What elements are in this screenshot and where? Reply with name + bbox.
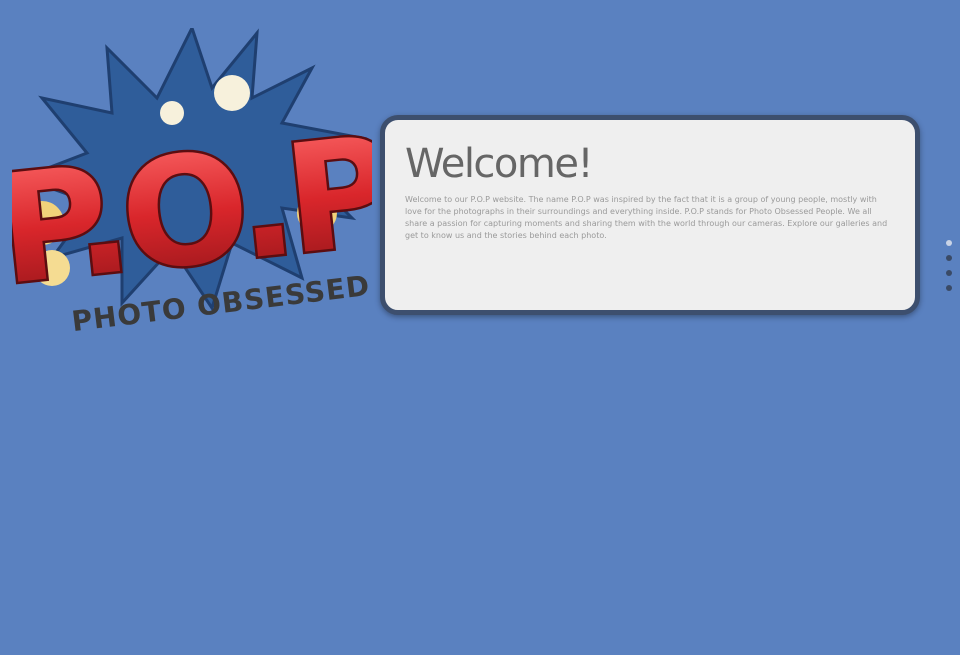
welcome-body-text: Welcome to our P.O.P website. The name P… <box>405 195 888 240</box>
page: P.O.P PHOTO OBSESSED Welcome! Welcome to… <box>0 0 960 655</box>
pop-logo-graphic: P.O.P PHOTO OBSESSED <box>12 28 372 338</box>
pop-logo[interactable]: P.O.P PHOTO OBSESSED <box>12 28 372 338</box>
pager-dot[interactable] <box>946 255 952 261</box>
pager-dot[interactable] <box>946 285 952 291</box>
welcome-card: Welcome! Welcome to our P.O.P website. T… <box>380 115 920 315</box>
popcorn-shape <box>214 75 250 111</box>
pager-dot[interactable] <box>946 240 952 246</box>
popcorn-shape <box>160 101 184 125</box>
slide-pager <box>944 240 954 298</box>
pager-dot[interactable] <box>946 270 952 276</box>
welcome-title: Welcome! <box>405 141 594 187</box>
